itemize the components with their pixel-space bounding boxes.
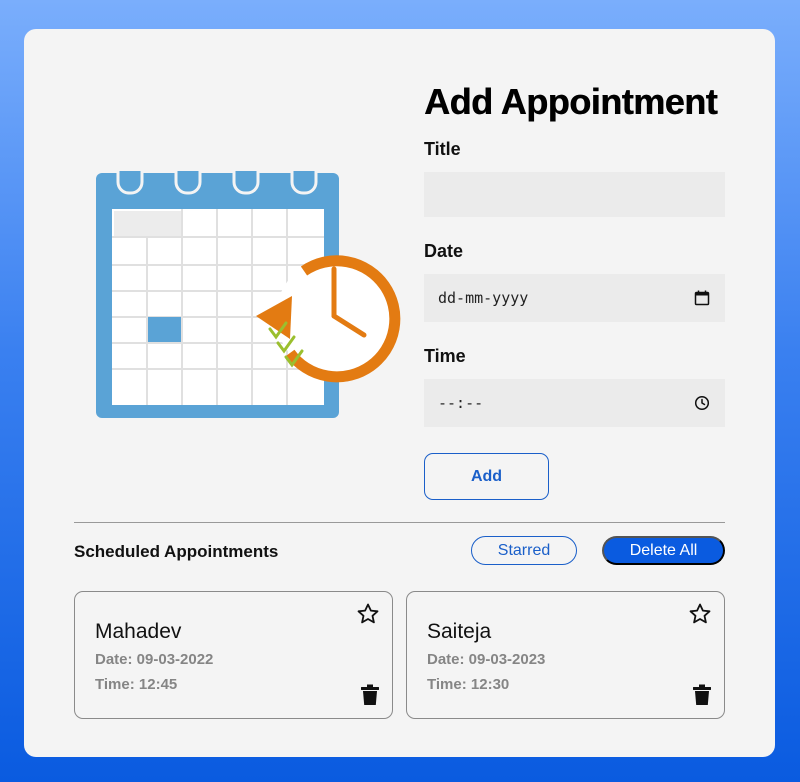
star-outline-icon[interactable] [356,602,380,626]
appointment-card: Add Appointment Title Date dd-mm-yyyy Ti… [24,29,775,757]
appointment-title: Mahadev [95,620,182,643]
time-input-placeholder: --:-- [438,394,484,412]
calendar-icon[interactable] [693,289,711,307]
appointment-item: Saiteja Date: 09-03-2023 Time: 12:30 [406,591,725,719]
date-input[interactable]: dd-mm-yyyy [424,274,725,322]
time-input[interactable]: --:-- [424,379,725,427]
add-button[interactable]: Add [424,453,549,500]
calendar-clock-illustration [96,171,401,418]
appointment-title: Saiteja [427,620,492,643]
appointment-item: Mahadev Date: 09-03-2022 Time: 12:45 [74,591,393,719]
appointment-time: Time: 12:30 [427,676,510,693]
page-title: Add Appointment [424,81,718,122]
starred-filter-button[interactable]: Starred [471,536,577,565]
appointment-date: Date: 09-03-2023 [427,651,546,668]
title-input[interactable] [424,172,725,217]
time-label: Time [424,346,466,366]
title-label: Title [424,139,461,159]
clock-icon[interactable] [693,394,711,412]
delete-all-button[interactable]: Delete All [602,536,725,565]
scheduled-appointments-heading: Scheduled Appointments [74,542,279,561]
date-label: Date [424,241,464,261]
date-input-placeholder: dd-mm-yyyy [438,289,529,307]
section-divider [74,522,725,523]
trash-icon[interactable] [360,684,380,706]
star-outline-icon[interactable] [688,602,712,626]
trash-icon[interactable] [692,684,712,706]
appointment-time: Time: 12:45 [95,676,178,693]
appointment-date: Date: 09-03-2022 [95,651,214,668]
add-appointment-form: Add Appointment Title Date dd-mm-yyyy Ti… [424,81,725,500]
